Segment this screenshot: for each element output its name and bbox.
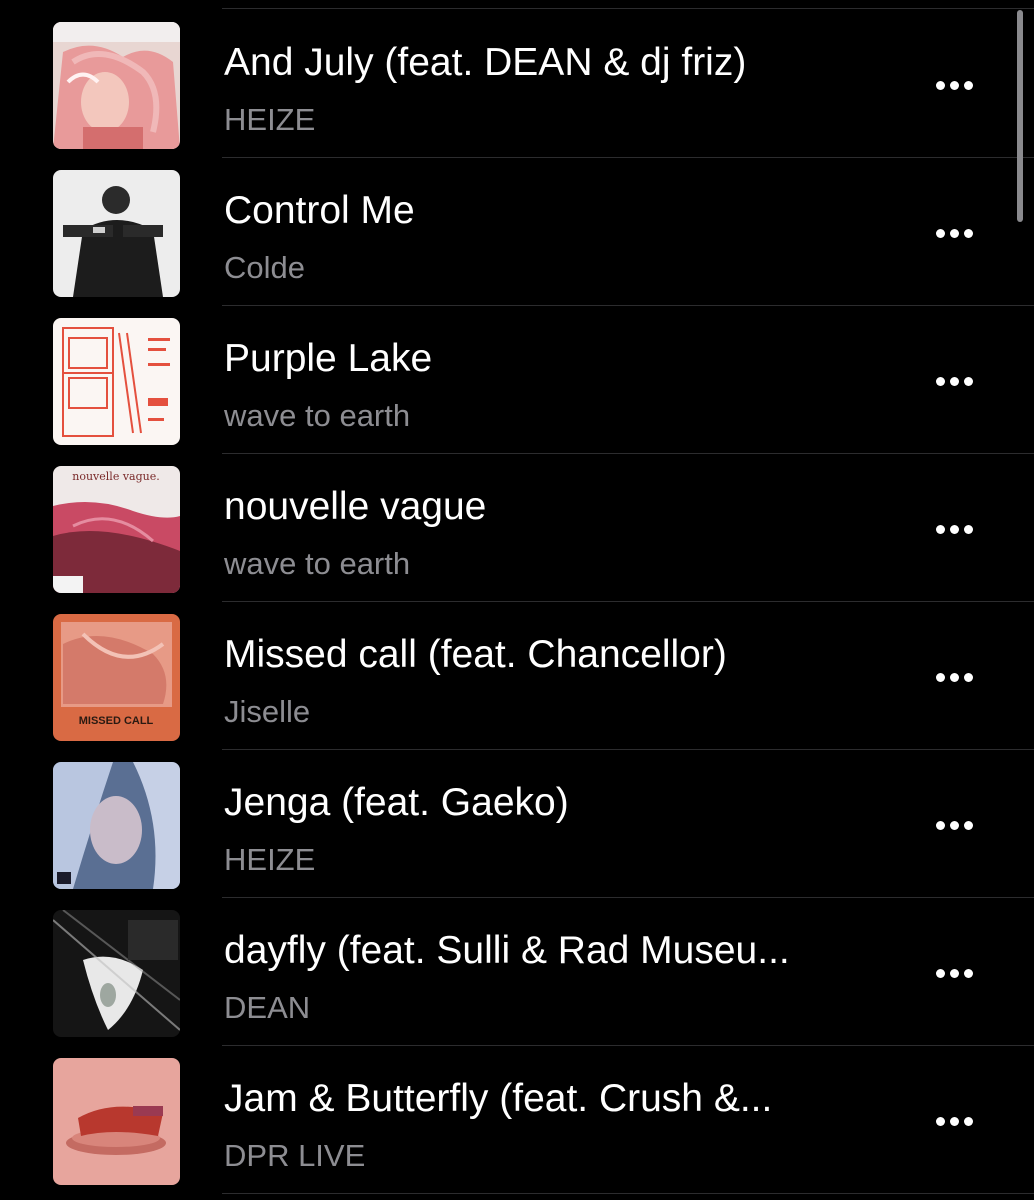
divider — [222, 1193, 1034, 1194]
album-art-missed-call: MISSED CALL — [53, 614, 180, 741]
song-artist: HEIZE — [224, 102, 316, 137]
ellipsis-icon[interactable] — [926, 70, 982, 100]
ellipsis-icon[interactable] — [926, 662, 982, 692]
song-artist: DEAN — [224, 990, 311, 1025]
album-art-control-me — [53, 170, 180, 297]
song-artist: Colde — [224, 250, 305, 285]
song-artist: HEIZE — [224, 842, 316, 877]
ellipsis-icon[interactable] — [926, 366, 982, 396]
song-title: Purple Lake — [224, 337, 433, 380]
song-row-jenga[interactable]: Jenga (feat. Gaeko) HEIZE — [0, 750, 1034, 898]
song-title: And July (feat. DEAN & dj friz) — [224, 41, 747, 84]
album-art-purple-lake — [53, 318, 180, 445]
album-art-dayfly — [53, 910, 180, 1037]
song-title: nouvelle vague — [224, 485, 487, 528]
ellipsis-icon[interactable] — [926, 218, 982, 248]
svg-text:nouvelle vague.: nouvelle vague. — [72, 470, 159, 483]
song-row-and-july[interactable]: And July (feat. DEAN & dj friz) HEIZE — [0, 10, 1034, 158]
song-title: dayfly (feat. Sulli & Rad Museu... — [224, 929, 790, 972]
album-art-and-july — [53, 22, 180, 149]
song-title: Jam & Butterfly (feat. Crush &... — [224, 1077, 773, 1120]
song-title: Control Me — [224, 189, 415, 232]
divider — [222, 8, 1034, 9]
album-art-nouvelle-vague: nouvelle vague. — [53, 466, 180, 593]
song-row-jam-butterfly[interactable]: Jam & Butterfly (feat. Crush &... DPR LI… — [0, 1046, 1034, 1194]
song-title: Jenga (feat. Gaeko) — [224, 781, 569, 824]
song-row-control-me[interactable]: Control Me Colde — [0, 158, 1034, 306]
ellipsis-icon[interactable] — [926, 514, 982, 544]
svg-text:MISSED CALL: MISSED CALL — [79, 715, 154, 727]
song-row-purple-lake[interactable]: Purple Lake wave to earth — [0, 306, 1034, 454]
song-artist: DPR LIVE — [224, 1138, 366, 1173]
song-list: And July (feat. DEAN & dj friz) HEIZE Co… — [0, 0, 1034, 1200]
album-art-jenga — [53, 762, 180, 889]
song-row-dayfly[interactable]: dayfly (feat. Sulli & Rad Museu... DEAN — [0, 898, 1034, 1046]
ellipsis-icon[interactable] — [926, 810, 982, 840]
song-row-nouvelle-vague[interactable]: nouvelle vague. nouvelle vague wave to e… — [0, 454, 1034, 602]
song-artist: wave to earth — [224, 546, 411, 581]
scrollbar[interactable] — [1017, 10, 1023, 222]
song-artist: Jiselle — [224, 694, 311, 729]
song-row-missed-call[interactable]: MISSED CALL Missed call (feat. Chancello… — [0, 602, 1034, 750]
ellipsis-icon[interactable] — [926, 958, 982, 988]
ellipsis-icon[interactable] — [926, 1106, 982, 1136]
album-art-jam-butterfly — [53, 1058, 180, 1185]
song-artist: wave to earth — [224, 398, 411, 433]
song-title: Missed call (feat. Chancellor) — [224, 633, 727, 676]
